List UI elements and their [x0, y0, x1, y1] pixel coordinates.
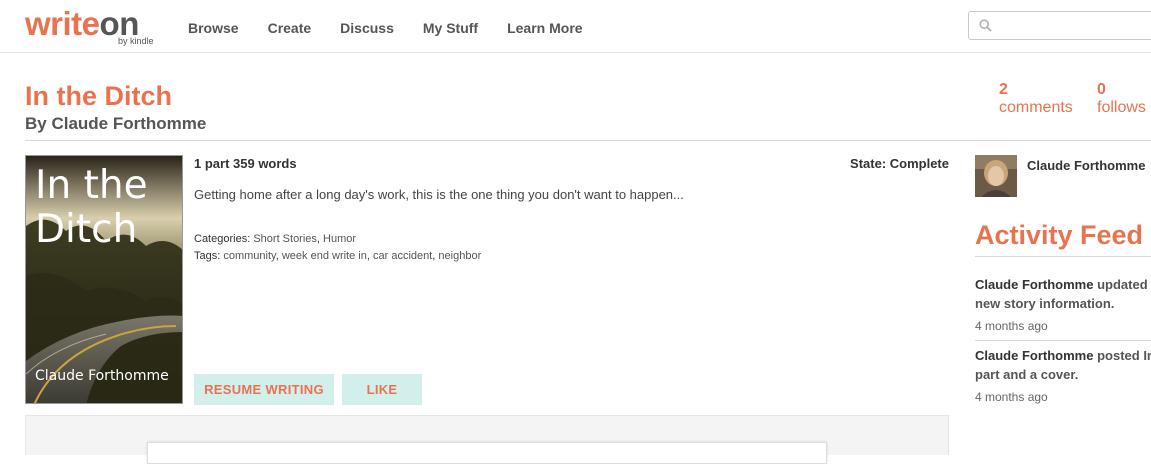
feed-timestamp: 4 months ago	[975, 319, 1048, 333]
title-divider	[25, 140, 1151, 141]
story-author[interactable]: By Claude Forthomme	[25, 114, 206, 134]
follows-count: 0	[1097, 81, 1106, 98]
follows-label: follows	[1097, 99, 1146, 116]
category-link[interactable]: Humor	[323, 233, 356, 245]
author-avatar[interactable]	[975, 155, 1017, 197]
avatar-image	[975, 155, 1017, 197]
feed-item: Claude Forthomme updated new story infor…	[975, 275, 1151, 313]
feed-item: Claude Forthomme posted In part and a co…	[975, 346, 1151, 384]
logo-subtitle: by kindle	[118, 36, 154, 46]
top-navigation-bar: writeon by kindle Browse Create Discuss …	[0, 0, 1151, 53]
story-summary: Getting home after a long day's work, th…	[194, 187, 684, 202]
feed-detail: new story information.	[975, 296, 1115, 311]
nav-learn-more[interactable]: Learn More	[507, 20, 582, 36]
reader-page[interactable]	[147, 442, 827, 464]
search-box[interactable]	[968, 11, 1151, 40]
search-icon	[979, 19, 992, 32]
activity-feed-heading: Activity Feed	[975, 220, 1144, 250]
resume-writing-button[interactable]: RESUME WRITING	[194, 374, 334, 405]
tag-link[interactable]: neighbor	[438, 250, 481, 262]
comments-stat[interactable]: 2 comments	[999, 81, 1073, 117]
feed-author-link[interactable]: Claude Forthomme	[975, 348, 1093, 363]
feed-action: posted In	[1097, 348, 1151, 363]
tags-label: Tags:	[194, 250, 221, 262]
nav-discuss[interactable]: Discuss	[340, 20, 394, 36]
category-link[interactable]: Short Stories	[253, 233, 317, 245]
nav-my-stuff[interactable]: My Stuff	[423, 20, 478, 36]
feed-detail: part and a cover.	[975, 367, 1079, 382]
search-input[interactable]	[999, 15, 1151, 37]
feed-divider	[975, 340, 1151, 341]
comments-count: 2	[999, 81, 1008, 98]
follows-stat[interactable]: 0 follows	[1097, 81, 1146, 117]
tag-link[interactable]: car accident	[373, 250, 432, 262]
nav-browse[interactable]: Browse	[188, 20, 239, 36]
cover-title-text: In the Ditch	[35, 163, 148, 252]
feed-action: updated	[1097, 277, 1148, 292]
story-title: In the Ditch	[25, 81, 172, 111]
tag-link[interactable]: week end write in	[282, 250, 367, 262]
sidebar-author-name[interactable]: Claude Forthomme	[1027, 158, 1145, 173]
feed-divider	[975, 256, 1151, 257]
like-button[interactable]: LIKE	[342, 374, 422, 405]
book-cover[interactable]: In the Ditch Claude Forthomme	[25, 155, 183, 404]
main-nav: Browse Create Discuss My Stuff Learn Mor…	[188, 20, 612, 36]
comments-label: comments	[999, 99, 1073, 116]
story-state: State: Complete	[850, 156, 949, 171]
feed-timestamp: 4 months ago	[975, 390, 1048, 404]
nav-create[interactable]: Create	[268, 20, 312, 36]
tag-link[interactable]: community	[223, 250, 275, 262]
feed-author-link[interactable]: Claude Forthomme	[975, 277, 1093, 292]
tags-line: Tags: community, week end write in, car …	[194, 250, 482, 262]
writeon-logo[interactable]: writeon by kindle	[25, 6, 165, 48]
categories-label: Categories:	[194, 233, 251, 245]
parts-word-count: 1 part 359 words	[194, 156, 297, 171]
categories-line: Categories: Short Stories, Humor	[194, 233, 357, 245]
cover-author-text: Claude Forthomme	[35, 368, 169, 384]
